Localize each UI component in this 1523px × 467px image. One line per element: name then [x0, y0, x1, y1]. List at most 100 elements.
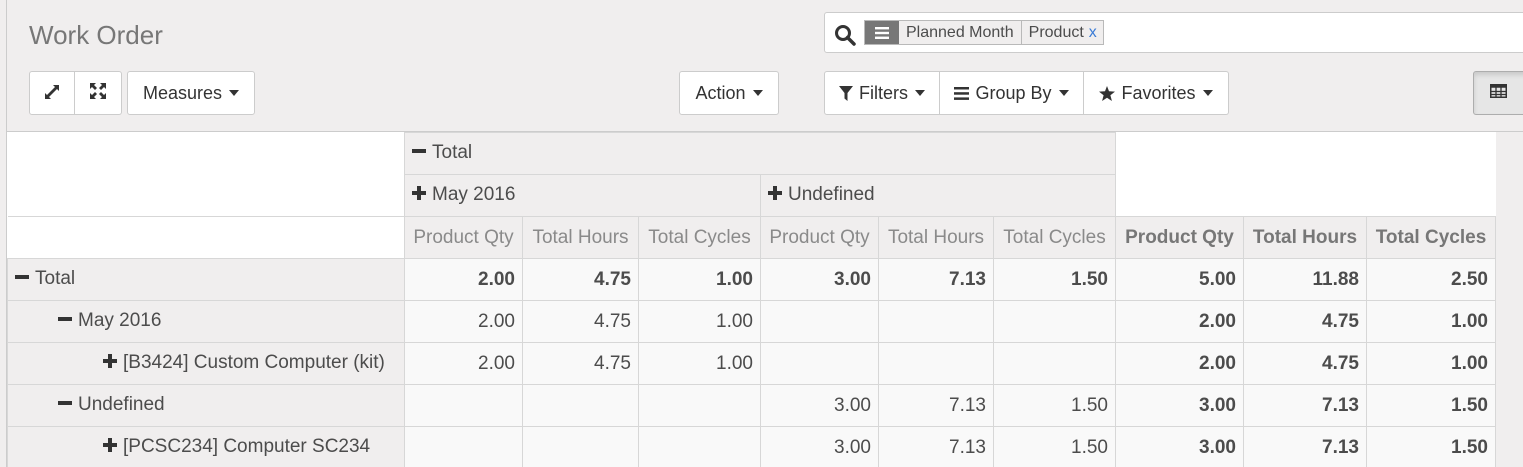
- col-header-undefined-label: Undefined: [788, 184, 875, 206]
- measures-label: Measures: [142, 82, 223, 103]
- caret-down-icon: [1202, 90, 1213, 96]
- fullscreen-button[interactable]: [75, 71, 122, 115]
- expand-all-button[interactable]: [29, 71, 75, 115]
- page-title: Work Order: [29, 20, 163, 50]
- measure-header[interactable]: Product Qty: [404, 216, 523, 259]
- groupby-facet-icon: [865, 21, 899, 44]
- caret-down-icon: [915, 90, 925, 96]
- table-row: Total 2.00 4.75 1.00 3.00 7.13 1.50 5.00…: [7, 258, 1496, 301]
- pivot-total-cell: 4.75: [1243, 342, 1367, 385]
- row-header-undefined[interactable]: Undefined: [7, 384, 405, 427]
- star-icon: [1099, 85, 1116, 101]
- pivot-total-cell: 1.50: [1366, 426, 1496, 467]
- row-header-total[interactable]: Total: [7, 258, 405, 301]
- pivot-cell: [760, 342, 879, 385]
- action-dropdown[interactable]: Action: [679, 71, 779, 115]
- row-header-pcsc234[interactable]: [PCSC234] Computer SC234: [7, 426, 405, 467]
- minus-icon: [58, 394, 72, 416]
- left-border: [0, 0, 7, 467]
- caret-down-icon: [1058, 90, 1069, 96]
- action-label: Action: [695, 82, 746, 103]
- col-header-total[interactable]: Total: [404, 132, 1116, 175]
- facet-remove-button[interactable]: x: [1089, 21, 1103, 44]
- pivot-total-cell: 4.75: [1243, 300, 1367, 343]
- row-header-b3424[interactable]: [B3424] Custom Computer (kit): [7, 342, 405, 385]
- pivot-cell: 2.00: [404, 342, 523, 385]
- pivot-total-cell: 3.00: [1115, 384, 1244, 427]
- pivot-cell: 3.00: [760, 384, 879, 427]
- pivot-cell: 3.00: [760, 426, 879, 467]
- pivot-cell: [760, 300, 879, 343]
- plus-icon: [103, 352, 117, 374]
- minus-icon: [412, 142, 426, 164]
- table-row: [B3424] Custom Computer (kit) 2.00 4.75 …: [7, 342, 1496, 385]
- pivot-cell: 1.00: [638, 300, 761, 343]
- pivot-table: Total May 2016 Undefined Product Qty Tot…: [7, 132, 1496, 467]
- pivot-total-cell: 7.13: [1243, 384, 1367, 427]
- pivot-cell: 7.13: [878, 258, 994, 301]
- pivot-view-button[interactable]: [1473, 71, 1523, 115]
- col-header-may-2016[interactable]: May 2016: [404, 174, 761, 217]
- table-row: [PCSC234] Computer SC234 3.00 7.13 1.50 …: [7, 426, 1496, 467]
- groupby-dropdown[interactable]: Group By: [940, 71, 1084, 115]
- filters-dropdown[interactable]: Filters: [824, 71, 940, 115]
- plus-icon: [412, 184, 426, 206]
- pivot-total-cell: 2.00: [1115, 300, 1244, 343]
- measure-header-total[interactable]: Total Cycles: [1366, 216, 1496, 259]
- row-header-label: [B3424] Custom Computer (kit): [123, 352, 385, 374]
- row-header-may-2016[interactable]: May 2016: [7, 300, 405, 343]
- filters-label: Filters: [859, 82, 908, 103]
- pivot-cell: 2.00: [404, 300, 523, 343]
- measure-header-total[interactable]: Total Hours: [1243, 216, 1367, 259]
- pivot-cell: 4.75: [522, 300, 639, 343]
- pivot-cell: 3.00: [760, 258, 879, 301]
- pivot-total-cell: 1.00: [1366, 342, 1496, 385]
- favorites-dropdown[interactable]: Favorites: [1084, 71, 1229, 115]
- pivot-cell: [404, 384, 523, 427]
- measure-header-total[interactable]: Product Qty: [1115, 216, 1244, 259]
- search-facet: Planned Month Product x: [864, 20, 1104, 45]
- facet-value-planned-month: Planned Month: [899, 21, 1021, 44]
- expand-controls: [29, 71, 122, 115]
- col-header-total-label: Total: [432, 142, 473, 164]
- pivot-cell: 1.50: [993, 258, 1116, 301]
- measure-header[interactable]: Total Hours: [878, 216, 994, 259]
- table-row: Undefined 3.00 7.13 1.50 3.00 7.13 1.50: [7, 384, 1496, 427]
- row-header-label: Undefined: [78, 394, 165, 416]
- col-header-undefined[interactable]: Undefined: [760, 174, 1116, 217]
- pivot-cell: 7.13: [878, 426, 994, 467]
- measure-header[interactable]: Total Hours: [522, 216, 639, 259]
- pivot-cell: 1.50: [993, 426, 1116, 467]
- measure-header[interactable]: Total Cycles: [638, 216, 761, 259]
- measure-header[interactable]: Product Qty: [760, 216, 879, 259]
- pivot-total-cell: 1.00: [1366, 300, 1496, 343]
- plus-icon: [768, 184, 782, 206]
- measures-dropdown[interactable]: Measures: [127, 71, 255, 115]
- row-header-label: May 2016: [78, 310, 162, 332]
- pivot-total-cell: 2.00: [1115, 342, 1244, 385]
- pivot-total-spacer: [1115, 132, 1496, 217]
- search-options: Filters Group By Favorites: [824, 71, 1229, 115]
- col-header-may-2016-label: May 2016: [432, 184, 516, 206]
- pivot-cell: 4.75: [522, 258, 639, 301]
- pivot-cell: [878, 342, 994, 385]
- pivot-cell: [993, 300, 1116, 343]
- measure-header[interactable]: Total Cycles: [993, 216, 1116, 259]
- pivot-cell: [638, 426, 761, 467]
- minus-icon: [58, 310, 72, 332]
- pivot-cell: [993, 342, 1116, 385]
- fullscreen-icon: [90, 82, 106, 104]
- pivot-cell: [522, 384, 639, 427]
- search-icon[interactable]: [834, 24, 856, 51]
- caret-down-icon: [752, 90, 763, 96]
- pivot-cell: 1.50: [993, 384, 1116, 427]
- favorites-label: Favorites: [1121, 82, 1196, 103]
- table-row: May 2016 2.00 4.75 1.00 2.00 4.75 1.00: [7, 300, 1496, 343]
- pivot-cell: [878, 300, 994, 343]
- pivot-cell: 7.13: [878, 384, 994, 427]
- row-header-label: [PCSC234] Computer SC234: [123, 436, 371, 458]
- pivot-cell: [638, 384, 761, 427]
- groupby-label: Group By: [975, 82, 1052, 103]
- pivot-cell: [404, 426, 523, 467]
- pivot-corner: [7, 132, 405, 217]
